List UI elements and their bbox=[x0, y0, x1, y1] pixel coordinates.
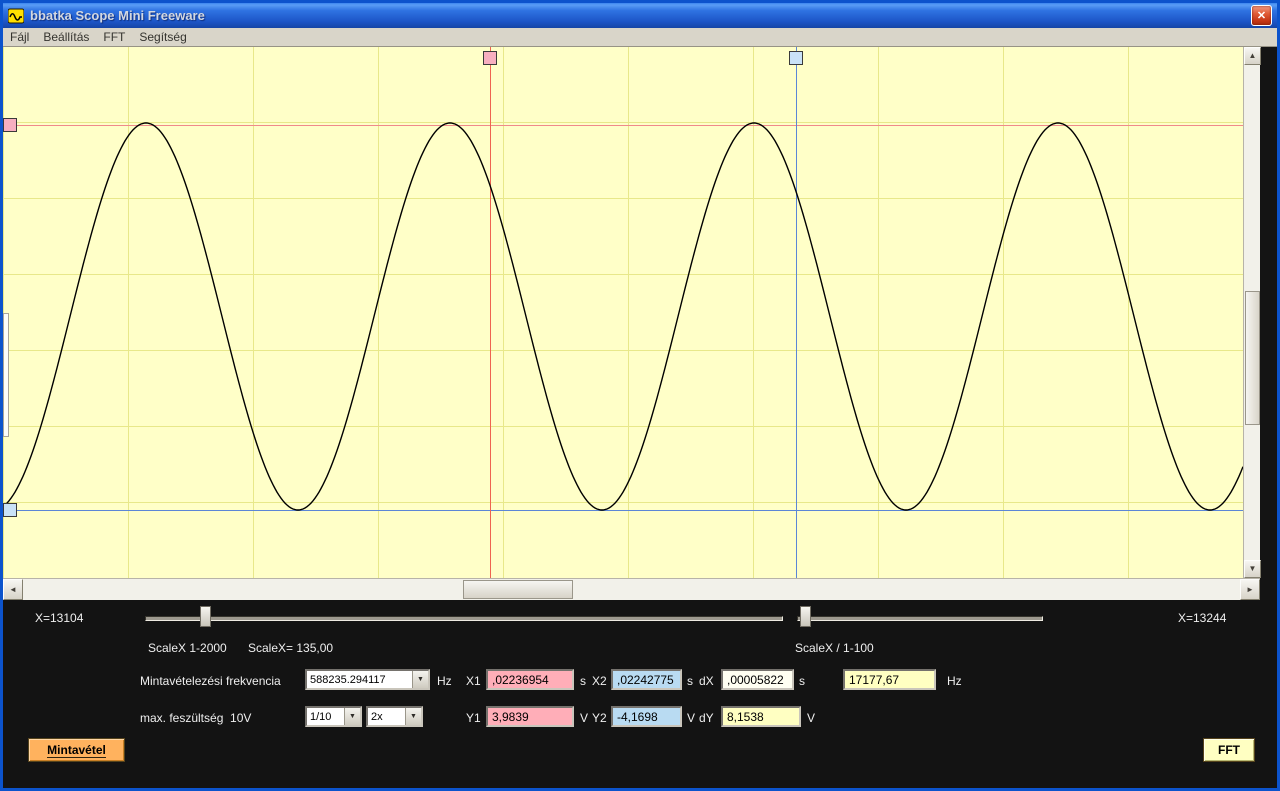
max-voltage-label: max. feszültség 10V bbox=[140, 711, 252, 725]
close-icon: ✕ bbox=[1256, 10, 1267, 22]
sample-freq-label: Mintavételezési frekvencia bbox=[140, 674, 281, 688]
x1-label: X1 bbox=[466, 674, 481, 688]
scalex-value-label: ScaleX= 135,00 bbox=[248, 641, 334, 655]
scroll-down-button[interactable]: ▼ bbox=[1244, 560, 1261, 578]
cursor-x2-handle[interactable] bbox=[789, 51, 803, 65]
menu-item-segitseg[interactable]: Segítség bbox=[132, 28, 193, 46]
menu-item-fft[interactable]: FFT bbox=[96, 28, 132, 46]
scalex-range-label: ScaleX 1-2000 bbox=[148, 641, 227, 655]
chevron-down-icon: ▼ bbox=[410, 713, 417, 720]
scroll-right-button[interactable]: ► bbox=[1240, 579, 1260, 600]
dx-field[interactable]: ,00005822 bbox=[721, 669, 794, 690]
x2-label: X2 bbox=[592, 674, 607, 688]
window-title: bbatka Scope Mini Freeware bbox=[30, 8, 205, 23]
app-icon bbox=[7, 8, 25, 24]
scroll-left-button[interactable]: ◄ bbox=[3, 579, 23, 600]
app-window: bbatka Scope Mini Freeware ✕ Fájl Beállí… bbox=[0, 0, 1280, 791]
cursor-x1-handle[interactable] bbox=[483, 51, 497, 65]
y2-unit-label: V bbox=[687, 711, 696, 725]
sample-freq-value: 588235.294117 bbox=[310, 673, 386, 686]
x2-unit-label: s bbox=[687, 674, 693, 688]
scalex-trackbar-thumb[interactable] bbox=[200, 606, 211, 627]
fft-button-label: FFT bbox=[1218, 743, 1240, 757]
scalex-trackbar[interactable] bbox=[145, 616, 783, 621]
scroll-up-button[interactable]: ▲ bbox=[1244, 47, 1261, 65]
scalex-fine-trackbar-thumb[interactable] bbox=[800, 606, 811, 627]
wave-trace bbox=[3, 122, 1243, 511]
scalex-fine-trackbar[interactable] bbox=[797, 616, 1043, 621]
x1-unit-label: s bbox=[580, 674, 586, 688]
cursor-y2-handle[interactable] bbox=[3, 503, 17, 517]
scope-plot[interactable] bbox=[3, 47, 1243, 578]
y1-unit-label: V bbox=[580, 711, 589, 725]
horizontal-scrollbar[interactable]: ◄ ► bbox=[3, 578, 1260, 600]
vscroll-thumb[interactable] bbox=[1245, 291, 1260, 425]
y1-field[interactable]: 3,9839 bbox=[486, 706, 574, 727]
divider-dropdown-button[interactable]: ▼ bbox=[344, 708, 360, 725]
gain-value: 2x bbox=[371, 710, 383, 723]
x-min-label: X=13104 bbox=[35, 611, 84, 625]
close-button[interactable]: ✕ bbox=[1251, 5, 1272, 26]
dy-label: dY bbox=[699, 711, 714, 725]
gain-dropdown-button[interactable]: ▼ bbox=[405, 708, 421, 725]
gain-combo[interactable]: 2x ▼ bbox=[366, 706, 423, 727]
sample-button[interactable]: Mintavétel bbox=[28, 738, 125, 762]
sample-freq-unit-label: Hz bbox=[437, 674, 452, 688]
chevron-down-icon: ▼ bbox=[349, 713, 356, 720]
arrow-down-icon: ▼ bbox=[1248, 564, 1257, 573]
divider-combo[interactable]: 1/10 ▼ bbox=[305, 706, 362, 727]
dy-field[interactable]: 8,1538 bbox=[721, 706, 801, 727]
x1-field[interactable]: ,02236954 bbox=[486, 669, 574, 690]
x2-field[interactable]: ,02242775 bbox=[611, 669, 682, 690]
arrow-left-icon: ◄ bbox=[9, 584, 17, 594]
y2-field[interactable]: -4,1698 bbox=[611, 706, 682, 727]
cursor-y1-handle[interactable] bbox=[3, 118, 17, 132]
arrow-up-icon: ▲ bbox=[1248, 51, 1257, 60]
menu-item-beallitas[interactable]: Beállítás bbox=[36, 28, 96, 46]
scalex-fine-label: ScaleX / 1-100 bbox=[795, 641, 874, 655]
client-area: ▲ ▼ ◄ ► X=13104 X=13244 ScaleX 1-2000 Sc… bbox=[3, 47, 1277, 788]
waveform-svg bbox=[3, 122, 1243, 511]
sample-freq-combo[interactable]: 588235.294117 ▼ bbox=[305, 669, 430, 690]
sample-button-label: Mintavétel bbox=[47, 742, 106, 758]
sample-freq-dropdown-button[interactable]: ▼ bbox=[412, 671, 428, 688]
fft-button[interactable]: FFT bbox=[1203, 738, 1255, 762]
chevron-down-icon: ▼ bbox=[417, 676, 424, 683]
x-max-label: X=13244 bbox=[1178, 611, 1227, 625]
menubar: Fájl Beállítás FFT Segítség bbox=[3, 28, 1277, 47]
dx-unit-label: s bbox=[799, 674, 805, 688]
freq-result-field[interactable]: 17177,67 bbox=[843, 669, 936, 690]
y2-label: Y2 bbox=[592, 711, 607, 725]
y1-label: Y1 bbox=[466, 711, 481, 725]
titlebar: bbatka Scope Mini Freeware ✕ bbox=[3, 3, 1277, 28]
menu-item-fajl[interactable]: Fájl bbox=[3, 28, 36, 46]
dx-label: dX bbox=[699, 674, 714, 688]
arrow-right-icon: ► bbox=[1246, 584, 1254, 594]
dy-unit-label: V bbox=[807, 711, 816, 725]
hscroll-thumb[interactable] bbox=[463, 580, 573, 599]
vertical-scrollbar[interactable]: ▲ ▼ bbox=[1243, 47, 1261, 578]
left-scroll-thumb[interactable] bbox=[3, 313, 9, 437]
divider-value: 1/10 bbox=[310, 710, 332, 723]
control-panel: X=13104 X=13244 ScaleX 1-2000 ScaleX= 13… bbox=[3, 600, 1277, 788]
freq-result-unit-label: Hz bbox=[947, 674, 962, 688]
